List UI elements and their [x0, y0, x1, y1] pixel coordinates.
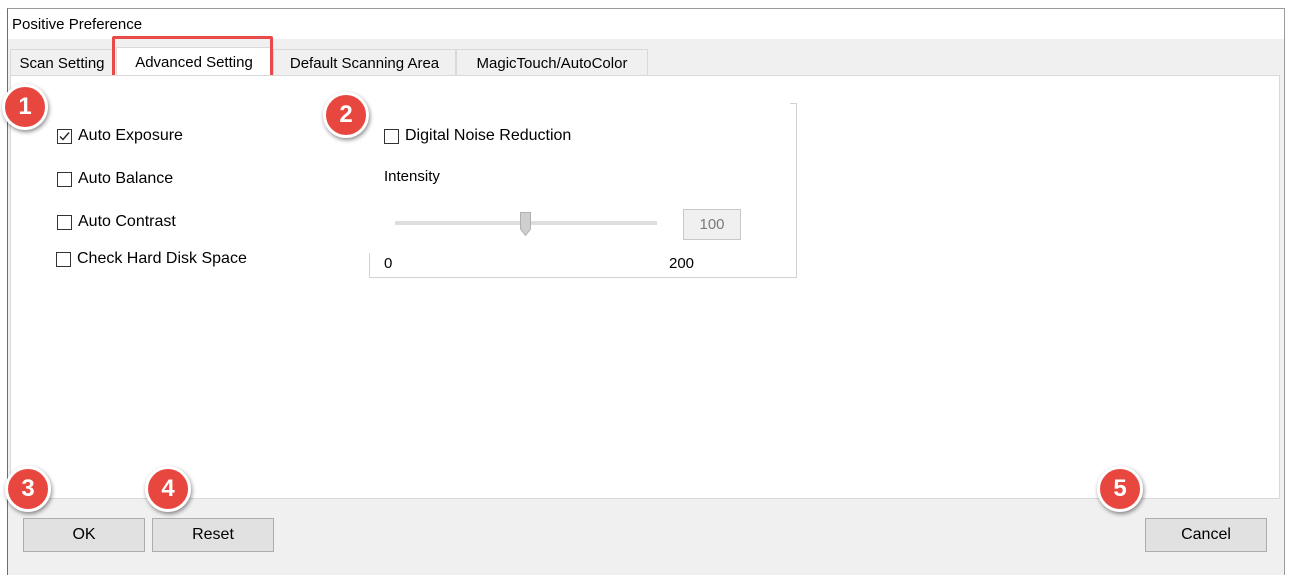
intensity-label: Intensity	[384, 168, 440, 185]
auto-balance-checkbox[interactable]	[57, 171, 72, 187]
check-disk-space-option[interactable]: Check Hard Disk Space	[56, 250, 247, 268]
auto-contrast-checkbox[interactable]	[57, 214, 72, 230]
noise-reduction-option[interactable]: Digital Noise Reduction	[384, 127, 571, 145]
tab-scan-setting[interactable]: Scan Setting	[10, 49, 114, 76]
reset-button[interactable]: Reset	[152, 518, 274, 552]
callout-badge-3: 3	[5, 466, 51, 512]
cancel-button[interactable]: Cancel	[1145, 518, 1267, 552]
auto-balance-label: Auto Balance	[78, 170, 174, 187]
intensity-value-input[interactable]: 100	[683, 209, 741, 240]
callout-badge-4: 4	[145, 466, 191, 512]
intensity-max-label: 200	[669, 255, 695, 272]
intensity-slider-thumb[interactable]	[520, 212, 531, 236]
check-disk-space-checkbox[interactable]	[56, 251, 71, 267]
noise-reduction-label: Digital Noise Reduction	[405, 127, 572, 144]
auto-exposure-checkbox[interactable]	[57, 128, 72, 144]
tab-magictouch-autocolor[interactable]: MagicTouch/AutoColor	[456, 49, 648, 76]
callout-badge-2: 2	[323, 92, 369, 138]
tab-strip: Scan Setting MagicTouch/AutoColor Defaul…	[8, 47, 708, 77]
callout-badge-1: 1	[2, 84, 48, 130]
tab-default-scanning-area[interactable]: Default Scanning Area	[273, 49, 456, 76]
check-disk-space-label: Check Hard Disk Space	[77, 250, 247, 267]
window-title: Positive Preference	[12, 16, 143, 33]
auto-contrast-option[interactable]: Auto Contrast	[57, 213, 176, 231]
noise-reduction-checkbox[interactable]	[384, 128, 399, 144]
ok-button[interactable]: OK	[23, 518, 145, 552]
preference-window: Positive Preference Scan Setting MagicTo…	[7, 8, 1285, 575]
auto-balance-option[interactable]: Auto Balance	[57, 170, 173, 188]
callout-badge-5: 5	[1097, 466, 1143, 512]
auto-contrast-label: Auto Contrast	[78, 213, 176, 230]
auto-exposure-option[interactable]: Auto Exposure	[57, 127, 183, 145]
auto-exposure-label: Auto Exposure	[78, 127, 183, 144]
tab-advanced-setting[interactable]: Advanced Setting	[116, 47, 272, 77]
title-bar: Positive Preference	[8, 9, 1284, 39]
intensity-min-label: 0	[384, 255, 393, 272]
checkmark-icon	[59, 131, 70, 141]
